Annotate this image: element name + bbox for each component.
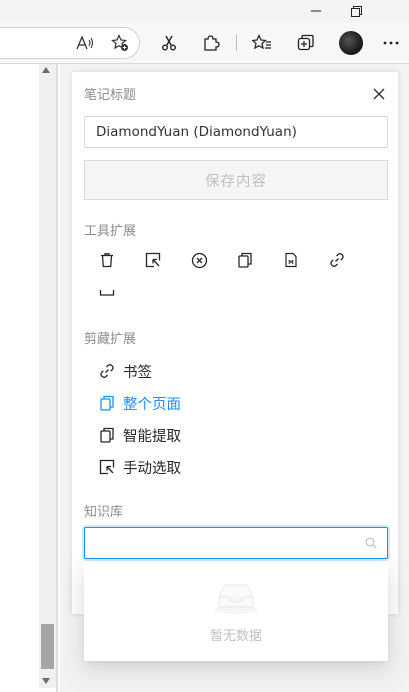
knowledge-base-select[interactable] (84, 527, 388, 559)
read-aloud-button[interactable] (72, 30, 98, 56)
page-scrollbar[interactable] (39, 64, 56, 688)
copy-icon (238, 252, 252, 268)
clip-item-label: 整个页面 (123, 396, 181, 413)
window-titlebar (0, 0, 409, 22)
close-icon (373, 88, 385, 100)
link-icon (98, 362, 116, 380)
restore-button[interactable] (336, 0, 376, 22)
add-favorite-button[interactable] (107, 30, 133, 56)
clip-full-page[interactable]: 整个页面 (98, 392, 181, 414)
empty-inbox-icon (214, 584, 258, 614)
scissors-icon (162, 35, 176, 51)
clip-item-label: 智能提取 (123, 428, 181, 445)
star-add-icon (111, 34, 128, 51)
scroll-up-arrow-icon[interactable] (42, 67, 50, 73)
knowledge-base-dropdown: 暂无数据 (84, 563, 388, 661)
knowledge-base-label: 知识库 (84, 505, 124, 520)
link-icon (330, 253, 344, 267)
settings-more-button[interactable] (378, 30, 404, 56)
empty-text: 暂无数据 (209, 629, 262, 644)
clipper-panel: 笔记标题 DiamondYuan (DiamondYuan) 保存内容 工具扩展… (72, 72, 398, 614)
tools-section-label: 工具扩展 (84, 224, 137, 239)
scrollbar-thumb[interactable] (41, 624, 54, 669)
copy-icon (98, 426, 116, 444)
bracket-icon (99, 290, 115, 296)
trash-icon (101, 253, 113, 268)
collections-button[interactable] (293, 30, 319, 56)
panel-title: 笔记标题 (84, 88, 137, 103)
restore-icon (350, 5, 362, 17)
tool-clear-button[interactable] (189, 250, 209, 270)
clip-bookmark[interactable]: 书签 (98, 360, 152, 382)
toolbar-divider (236, 35, 237, 51)
select-area-icon (145, 252, 161, 268)
tool-select-area-button[interactable] (143, 250, 163, 270)
clip-item-label: 书签 (123, 364, 152, 381)
markdown-file-icon: M (285, 252, 297, 268)
page-edge-divider (56, 64, 58, 692)
favorites-list-icon (252, 34, 271, 50)
browser-toolbar (0, 22, 409, 64)
select-area-icon (98, 458, 116, 476)
close-button[interactable] (372, 86, 386, 100)
favorites-button[interactable] (249, 30, 275, 56)
tool-markdown-button[interactable]: M (281, 250, 301, 270)
minimize-button[interactable] (296, 0, 336, 22)
minimize-icon (311, 10, 321, 12)
clip-smart-extract[interactable]: 智能提取 (98, 424, 181, 446)
close-circle-icon (191, 252, 207, 268)
collections-icon (297, 34, 314, 51)
tool-more-button[interactable] (97, 282, 117, 302)
svg-text:M: M (288, 260, 293, 266)
tool-delete-button[interactable] (97, 250, 117, 270)
tool-link-button[interactable] (327, 250, 347, 270)
clipper-extension-button[interactable] (156, 30, 182, 56)
search-icon (365, 537, 377, 549)
read-aloud-icon (76, 35, 94, 50)
profile-avatar[interactable] (339, 31, 363, 55)
tool-copy-button[interactable] (235, 250, 255, 270)
clip-section-label: 剪藏扩展 (84, 332, 137, 347)
scroll-down-arrow-icon[interactable] (42, 678, 50, 684)
clip-item-label: 手动选取 (123, 460, 181, 477)
copy-icon (98, 394, 116, 412)
save-content-button[interactable]: 保存内容 (84, 160, 388, 200)
clip-manual-select[interactable]: 手动选取 (98, 456, 181, 478)
note-title-input[interactable]: DiamondYuan (DiamondYuan) (84, 116, 388, 148)
puzzle-icon (204, 35, 220, 51)
more-horizontal-icon (383, 41, 399, 45)
extensions-button[interactable] (198, 30, 224, 56)
